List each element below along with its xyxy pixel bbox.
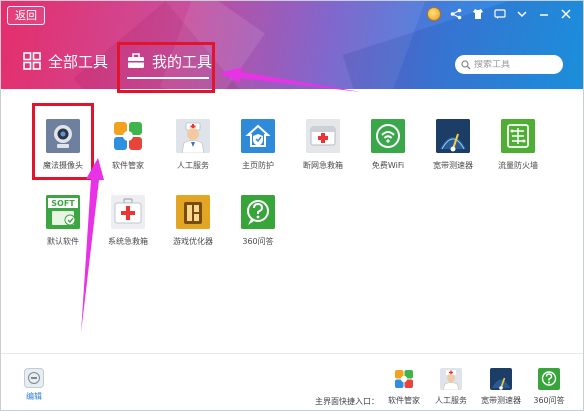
titlebar-controls xyxy=(427,5,573,23)
quick-item-label: 人工服务 xyxy=(435,396,467,405)
search-input[interactable] xyxy=(474,59,558,70)
edit-button[interactable]: 编辑 xyxy=(21,368,47,402)
tool-traffic-firewall[interactable]: 流量防火墙 xyxy=(486,119,550,171)
tool-default-software[interactable]: SOFT 默认软件 xyxy=(31,195,95,247)
highlight-box-my-tools-tab xyxy=(117,42,215,93)
tool-label: 360问答 xyxy=(242,237,274,246)
menu-icon[interactable] xyxy=(515,7,529,21)
tool-label: 流量防火墙 xyxy=(498,161,538,170)
firewall-icon xyxy=(501,119,535,153)
highlight-box-magic-webcam xyxy=(32,103,94,180)
tool-homepage-protection[interactable]: 主页防护 xyxy=(226,119,290,171)
close-icon[interactable] xyxy=(559,7,573,21)
tool-broadband-speed[interactable]: 宽带测速器 xyxy=(421,119,485,171)
tool-label: 游戏优化器 xyxy=(173,237,213,246)
software-manager-icon xyxy=(393,368,415,390)
minimize-icon[interactable] xyxy=(537,7,551,21)
tool-label: 免费WiFi xyxy=(371,161,405,170)
quick-item-360-qa[interactable]: 360问答 xyxy=(523,368,575,406)
search-box[interactable] xyxy=(455,55,563,74)
tool-label: 主页防护 xyxy=(242,161,274,170)
tool-label: 人工服务 xyxy=(177,161,209,170)
tool-game-optimizer[interactable]: 游戏优化器 xyxy=(161,195,225,247)
tool-label: 断网急救箱 xyxy=(303,161,343,170)
tab-all-tools[interactable]: 全部工具 xyxy=(23,47,108,75)
tool-free-wifi[interactable]: 免费WiFi xyxy=(356,119,420,171)
game-optimizer-icon xyxy=(176,195,210,229)
question-icon xyxy=(241,195,275,229)
soft-default-icon: SOFT xyxy=(46,195,80,229)
tab-all-tools-label: 全部工具 xyxy=(48,52,109,71)
tool-software-manager[interactable]: 软件管家 xyxy=(96,119,160,171)
home-shield-icon xyxy=(241,119,275,153)
quick-item-broadband-speed[interactable]: 宽带测速器 xyxy=(475,368,527,406)
quick-item-label: 软件管家 xyxy=(388,396,420,405)
quick-item-human-service[interactable]: 人工服务 xyxy=(425,368,477,406)
header: 返回 全部工具 我的工具 搜索工具 xyxy=(1,1,583,89)
quick-item-label: 360问答 xyxy=(533,396,565,405)
medal-icon[interactable] xyxy=(427,7,441,21)
message-icon[interactable] xyxy=(493,7,507,21)
tool-360-qa[interactable]: 360问答 xyxy=(226,195,290,247)
tool-human-service[interactable]: 人工服务 xyxy=(161,119,225,171)
share-icon[interactable] xyxy=(449,7,463,21)
doctor-icon xyxy=(176,119,210,153)
grid-icon xyxy=(23,52,41,70)
quick-item-software-manager[interactable]: 软件管家 xyxy=(378,368,430,406)
tool-network-rescue[interactable]: 断网急救箱 xyxy=(291,119,355,171)
remove-icon xyxy=(24,368,44,388)
tool-label: 默认软件 xyxy=(47,237,79,246)
quick-entry-label: 主界面快捷入口： xyxy=(315,397,379,406)
question-icon xyxy=(538,368,560,390)
quick-item-label: 宽带测速器 xyxy=(481,396,521,405)
speedometer-icon xyxy=(490,368,512,390)
soft-badge-text: SOFT xyxy=(51,199,75,208)
app-window: 返回 全部工具 我的工具 搜索工具 魔法摄像头 软件管家 人工服务 主页防护 断… xyxy=(0,0,584,411)
wifi-icon xyxy=(371,119,405,153)
speedometer-icon xyxy=(436,119,470,153)
tool-label: 宽带测速器 xyxy=(433,161,473,170)
first-aid-network-icon xyxy=(306,119,340,153)
tool-system-rescue[interactable]: 系统急救箱 xyxy=(96,195,160,247)
first-aid-kit-icon xyxy=(111,195,145,229)
tool-label: 系统急救箱 xyxy=(108,237,148,246)
search-icon xyxy=(461,55,471,74)
footer-bar: 编辑 主界面快捷入口： 软件管家 人工服务 宽带测速器 360问答 xyxy=(1,353,583,410)
tool-label: 软件管家 xyxy=(112,161,144,170)
back-button[interactable]: 返回 xyxy=(7,6,45,25)
skin-icon[interactable] xyxy=(471,7,485,21)
doctor-icon xyxy=(440,368,462,390)
edit-label: 编辑 xyxy=(26,392,42,401)
software-manager-icon xyxy=(111,119,145,153)
